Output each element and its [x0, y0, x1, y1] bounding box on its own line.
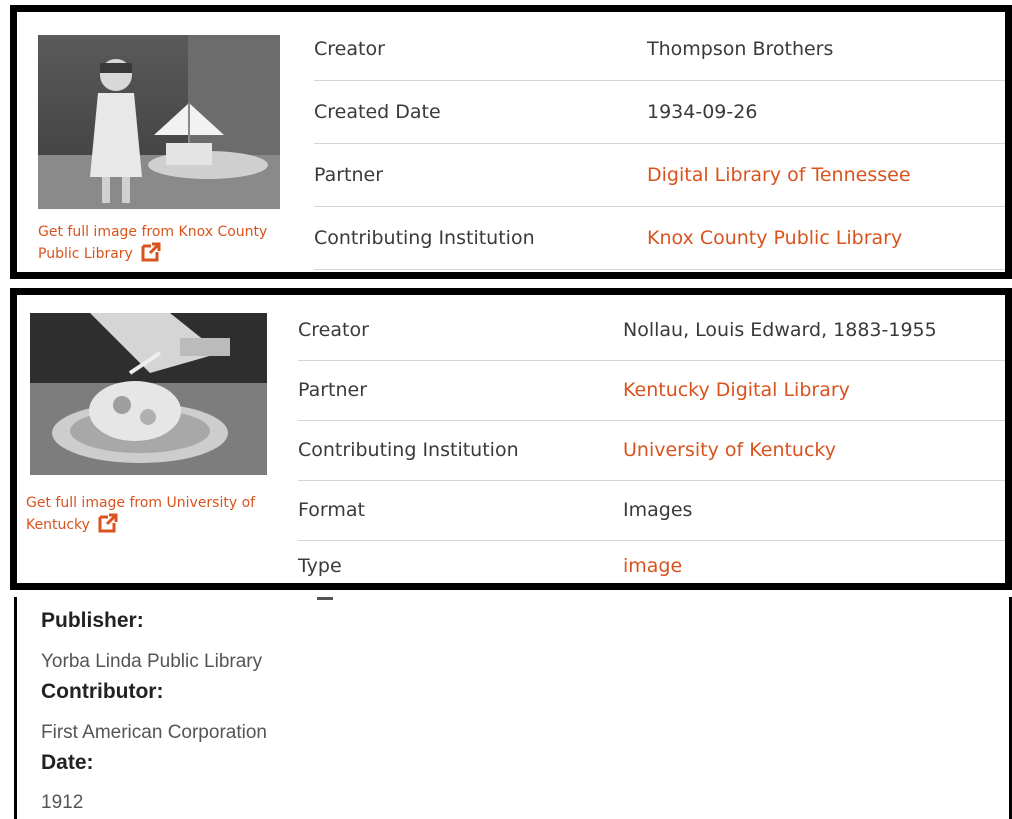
institution-link[interactable]: University of Kentucky [623, 421, 836, 480]
meta-label: Contributing Institution [314, 227, 535, 249]
partner-link[interactable]: Digital Library of Tennessee [647, 144, 911, 206]
divider [317, 597, 333, 600]
metadata-table: Creator Nollau, Louis Edward, 1883-1955 P… [298, 301, 1005, 583]
external-link-icon [141, 242, 161, 262]
meta-row: Creator Nollau, Louis Edward, 1883-1955 [298, 301, 1005, 361]
type-link[interactable]: image [623, 541, 682, 583]
record-card-kentucky: Get full image from University of Kentuc… [10, 288, 1012, 590]
date-label: Date: [41, 751, 94, 774]
meta-label: Type [298, 555, 342, 577]
publisher-label: Publisher: [41, 609, 144, 632]
meta-label: Creator [314, 38, 385, 60]
date-value: 1912 [41, 792, 84, 813]
meta-row: Type image [298, 541, 1005, 583]
get-full-image-link[interactable]: Get full image from Knox County Public L… [38, 222, 268, 264]
get-full-image-text: Get full image from University of Kentuc… [26, 495, 256, 533]
meta-label: Format [298, 499, 365, 521]
meta-row: Partner Digital Library of Tennessee [314, 144, 1005, 207]
meta-label: Partner [314, 164, 384, 186]
meta-value: Thompson Brothers [647, 38, 834, 60]
meta-label: Contributing Institution [298, 439, 519, 461]
meta-row: Partner Kentucky Digital Library [298, 361, 1005, 421]
meta-value: Images [623, 499, 693, 521]
partner-link[interactable]: Kentucky Digital Library [623, 361, 850, 420]
meta-row: Format Images [298, 481, 1005, 541]
meta-row: Created Date 1934-09-26 [314, 81, 1005, 144]
record-details-yorba: Publisher: Yorba Linda Public Library Co… [14, 597, 1012, 819]
meta-value: Nollau, Louis Edward, 1883-1955 [623, 319, 937, 341]
meta-label: Creator [298, 319, 369, 341]
metadata-table: Creator Thompson Brothers Created Date 193… [314, 18, 1005, 272]
contributor-value: First American Corporation [41, 722, 267, 743]
meta-label: Partner [298, 379, 368, 401]
contributor-label: Contributor: [41, 680, 164, 703]
get-full-image-link[interactable]: Get full image from University of Kentuc… [26, 493, 266, 535]
external-link-icon [98, 513, 118, 533]
thumbnail-girl-cake[interactable] [38, 35, 280, 209]
meta-row: Creator Thompson Brothers [314, 18, 1005, 81]
publisher-value: Yorba Linda Public Library [41, 651, 263, 672]
meta-row: Contributing Institution University of Ke… [298, 421, 1005, 481]
meta-label: Created Date [314, 101, 441, 123]
record-card-knox: Get full image from Knox County Public L… [10, 5, 1012, 279]
institution-link[interactable]: Knox County Public Library [647, 207, 902, 269]
meta-value: 1934-09-26 [647, 101, 758, 123]
thumbnail-cake-cutting[interactable] [30, 313, 267, 475]
meta-row: Contributing Institution Knox County Publ… [314, 207, 1005, 270]
